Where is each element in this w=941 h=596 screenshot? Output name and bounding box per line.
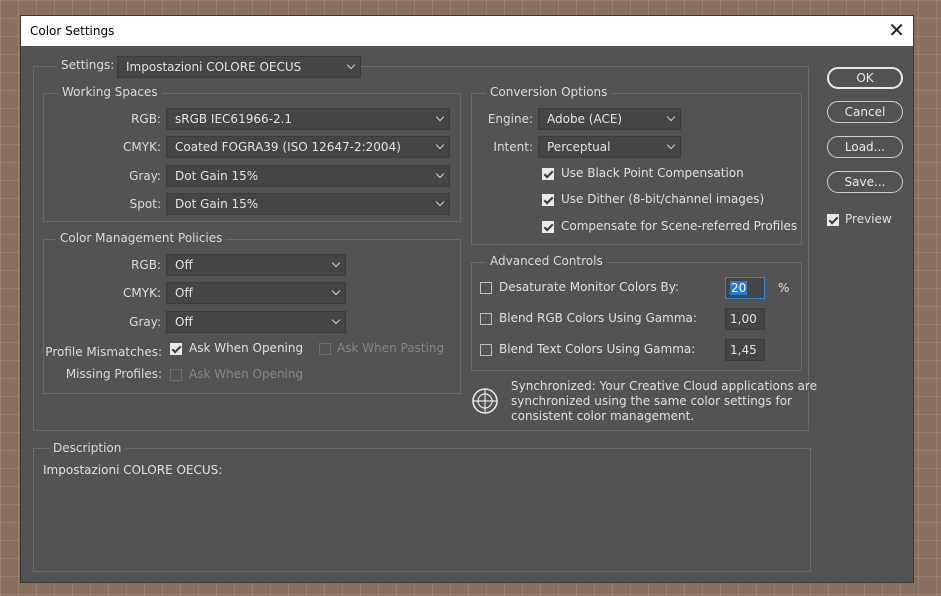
ask-when-opening-label: Ask When Opening — [189, 341, 304, 355]
ask-when-pasting-label: Ask When Pasting — [337, 341, 445, 355]
ws-gray-select[interactable]: Dot Gain 15% — [166, 165, 450, 187]
profile-mismatches-label: Profile Mismatches: — [45, 345, 162, 359]
ask-when-pasting-checkbox[interactable] — [319, 343, 331, 355]
ws-gray-label: Gray: — [129, 169, 161, 183]
ws-gray-value: Dot Gain 15% — [175, 169, 259, 183]
policy-cmyk-select[interactable]: Off — [166, 282, 346, 304]
blend-text-checkbox[interactable] — [480, 344, 492, 356]
color-settings-dialog: Color Settings ✕ Settings: Impostazioni … — [20, 15, 914, 583]
policies-title: Color Management Policies — [56, 231, 227, 245]
desaturate-input[interactable]: 20 — [725, 277, 765, 299]
chevron-down-icon — [435, 140, 445, 150]
blend-text-input[interactable]: 1,45 — [725, 339, 765, 361]
engine-value: Adobe (ACE) — [547, 112, 623, 126]
ws-cmyk-select[interactable]: Coated FOGRA39 (ISO 12647-2:2004) — [166, 136, 450, 158]
sync-text-line1: Synchronized: Your Creative Cloud applic… — [511, 379, 817, 393]
missing-ask-opening-checkbox[interactable] — [170, 369, 182, 381]
engine-select[interactable]: Adobe (ACE) — [538, 108, 681, 130]
blend-rgb-value: 1,00 — [730, 312, 757, 326]
desaturate-unit: % — [778, 281, 790, 295]
desaturate-value: 20 — [730, 281, 748, 295]
settings-select[interactable]: Impostazioni COLORE OECUS — [117, 56, 361, 78]
ask-when-opening-checkbox[interactable] — [170, 343, 182, 355]
dialog-title: Color Settings — [30, 24, 115, 38]
advanced-title: Advanced Controls — [486, 254, 607, 268]
preview-checkbox[interactable] — [827, 214, 839, 226]
working-spaces-title: Working Spaces — [58, 85, 162, 99]
policy-rgb-value: Off — [175, 258, 193, 272]
blend-rgb-label: Blend RGB Colors Using Gamma: — [499, 311, 697, 325]
missing-profiles-label: Missing Profiles: — [65, 367, 162, 381]
ws-spot-label: Spot: — [129, 197, 161, 211]
dither-label: Use Dither (8-bit/channel images) — [561, 192, 765, 206]
blend-text-label: Blend Text Colors Using Gamma: — [499, 342, 696, 356]
black-point-label: Use Black Point Compensation — [561, 166, 744, 180]
chevron-down-icon — [331, 258, 341, 268]
sync-text-line3: consistent color management. — [511, 409, 695, 423]
load-button[interactable]: Load... — [827, 136, 903, 158]
ws-rgb-label: RGB: — [131, 112, 161, 126]
policy-rgb-select[interactable]: Off — [166, 254, 346, 276]
intent-select[interactable]: Perceptual — [538, 136, 681, 158]
cancel-button[interactable]: Cancel — [827, 101, 903, 123]
settings-select-value: Impostazioni COLORE OECUS — [126, 60, 302, 74]
ws-spot-select[interactable]: Dot Gain 15% — [166, 193, 450, 215]
ws-rgb-value: sRGB IEC61966-2.1 — [175, 112, 293, 126]
engine-label: Engine: — [487, 112, 533, 126]
blend-rgb-input[interactable]: 1,00 — [725, 308, 765, 330]
policy-gray-label: Gray: — [129, 315, 161, 329]
chevron-down-icon — [666, 112, 676, 122]
blend-text-value: 1,45 — [730, 343, 757, 357]
close-icon[interactable]: ✕ — [888, 19, 905, 41]
policy-gray-select[interactable]: Off — [166, 311, 346, 333]
policy-rgb-label: RGB: — [131, 258, 161, 272]
chevron-down-icon — [435, 197, 445, 207]
intent-label: Intent: — [493, 140, 533, 154]
sync-text-line2: synchronized using the same color settin… — [511, 394, 792, 408]
title-bar: Color Settings ✕ — [21, 16, 913, 46]
missing-ask-opening-label: Ask When Opening — [189, 367, 304, 381]
sync-globe-icon — [472, 388, 498, 414]
chevron-down-icon — [346, 60, 356, 70]
preview-label: Preview — [845, 212, 892, 226]
policy-gray-value: Off — [175, 315, 193, 329]
scene-referred-checkbox[interactable] — [542, 221, 554, 233]
chevron-down-icon — [331, 286, 341, 296]
chevron-down-icon — [435, 112, 445, 122]
description-text: Impostazioni COLORE OECUS: — [43, 463, 223, 477]
dither-checkbox[interactable] — [542, 194, 554, 206]
scene-referred-label: Compensate for Scene-referred Profiles — [561, 219, 798, 233]
ok-button[interactable]: OK — [827, 67, 903, 89]
black-point-checkbox[interactable] — [542, 168, 554, 180]
ws-rgb-select[interactable]: sRGB IEC61966-2.1 — [166, 108, 450, 130]
chevron-down-icon — [666, 140, 676, 150]
settings-label: Settings: — [57, 58, 119, 72]
chevron-down-icon — [331, 315, 341, 325]
ws-cmyk-value: Coated FOGRA39 (ISO 12647-2:2004) — [175, 140, 401, 154]
policy-cmyk-value: Off — [175, 286, 193, 300]
desaturate-checkbox[interactable] — [480, 282, 492, 294]
chevron-down-icon — [435, 169, 445, 179]
policy-cmyk-label: CMYK: — [123, 286, 161, 300]
description-title: Description — [49, 441, 126, 455]
blend-rgb-checkbox[interactable] — [480, 313, 492, 325]
ws-spot-value: Dot Gain 15% — [175, 197, 259, 211]
ws-cmyk-label: CMYK: — [123, 140, 161, 154]
intent-value: Perceptual — [547, 140, 611, 154]
save-button[interactable]: Save... — [827, 171, 903, 193]
conversion-title: Conversion Options — [486, 85, 612, 99]
desaturate-label: Desaturate Monitor Colors By: — [499, 280, 680, 294]
